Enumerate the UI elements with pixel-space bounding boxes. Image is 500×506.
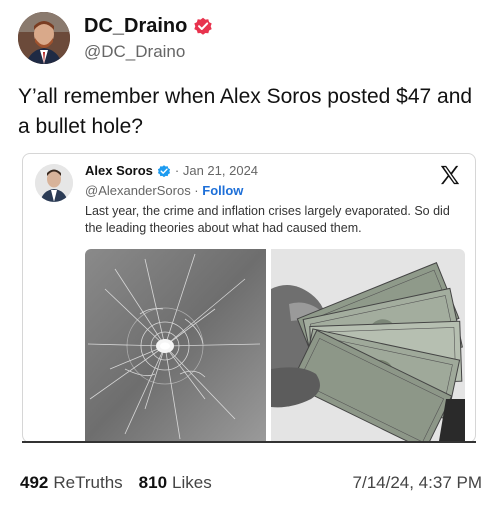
verified-badge-icon [194, 17, 213, 35]
author-display-name[interactable]: DC_Draino [84, 15, 187, 38]
embed-display-name[interactable]: Alex Soros [85, 163, 153, 178]
follow-button[interactable]: Follow [202, 183, 243, 198]
likes-label[interactable]: Likes [172, 473, 212, 493]
embedded-post[interactable]: Alex Soros · Jan 21, 2024 @AlexanderSoro… [22, 153, 476, 443]
author-info: DC_Draino @DC_Draino [84, 15, 213, 62]
embed-avatar-image [35, 164, 73, 202]
embed-handle-row: @AlexanderSoros · Follow [85, 183, 243, 198]
author-name-row: DC_Draino [84, 15, 213, 38]
bullet-hole-graphic [85, 249, 266, 441]
likes-count[interactable]: 810 [139, 473, 167, 493]
author-avatar[interactable] [18, 12, 70, 64]
x-logo-icon[interactable] [439, 164, 461, 186]
retruths-label[interactable]: ReTruths [53, 473, 122, 493]
author-handle[interactable]: @DC_Draino [84, 42, 213, 62]
embed-avatar[interactable] [35, 164, 73, 202]
post-header: DC_Draino @DC_Draino [18, 12, 213, 64]
author-avatar-image [18, 12, 70, 64]
embed-text: Last year, the crime and inflation crise… [85, 204, 450, 235]
embed-verified-icon [157, 164, 171, 177]
embed-handle[interactable]: @AlexanderSoros · [85, 183, 199, 198]
cash-hand-graphic [271, 249, 465, 441]
post-text: Y’all remember when Alex Soros posted $4… [18, 85, 473, 138]
post-timestamp: 7/14/24, 4:37 PM [352, 473, 482, 492]
post-footer: 492 ReTruths 810 Likes 7/14/24, 4:37 PM [20, 473, 482, 493]
cash-hand-image[interactable] [271, 249, 465, 441]
bullet-hole-image[interactable] [85, 249, 266, 441]
embed-header: Alex Soros · Jan 21, 2024 [85, 163, 258, 178]
embed-divider [22, 441, 476, 443]
retruths-count[interactable]: 492 [20, 473, 48, 493]
embed-date[interactable]: · Jan 21, 2024 [175, 163, 258, 178]
